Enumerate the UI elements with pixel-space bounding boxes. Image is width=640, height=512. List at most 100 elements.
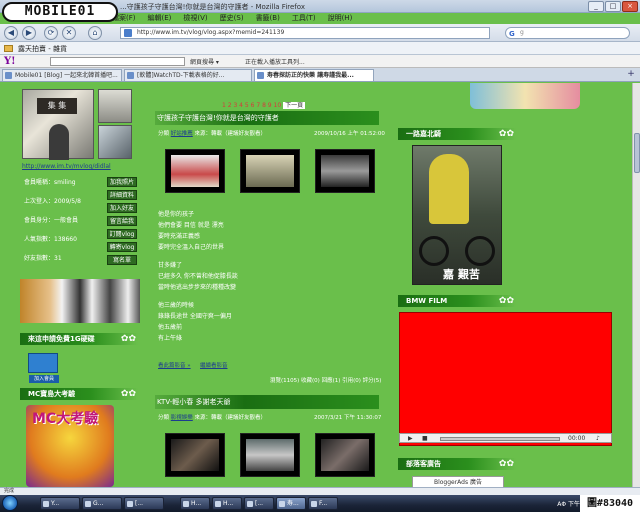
- menu-history[interactable]: 歷史(S): [220, 13, 244, 24]
- url-input[interactable]: http://www.im.tv/vlog/vlog.aspx?memid=24…: [120, 27, 490, 39]
- pagination[interactable]: 1 2 3 4 5 6 7 8 9 10 下一頁: [222, 100, 306, 109]
- view-video-link[interactable]: 看此篇影音 »: [158, 361, 191, 369]
- bookmark-item[interactable]: 露天拍賣 - 雜貨: [18, 44, 67, 54]
- profile-thumbnail-2[interactable]: [98, 125, 132, 159]
- play-icon[interactable]: ▶: [408, 435, 413, 442]
- next-page-link[interactable]: 下一頁: [283, 102, 306, 109]
- stat-friends: 好友指數：31: [24, 255, 62, 262]
- tab-watchtd[interactable]: [軟體]WatchTD-下載表格的好...: [124, 69, 252, 81]
- search-input[interactable]: G g: [505, 27, 630, 39]
- post-title-1[interactable]: 守護孩子守護台灣!你就是台灣的守護者: [155, 111, 379, 125]
- menu-help[interactable]: 說明(H): [328, 13, 353, 24]
- flower-icon: ✿✿: [498, 459, 514, 469]
- system-tray[interactable]: ΑΦ 下午: [557, 499, 580, 508]
- flower-icon: ✿✿: [120, 334, 136, 344]
- minimize-button[interactable]: _: [588, 1, 604, 12]
- new-tab-button[interactable]: +: [626, 70, 636, 80]
- yahoo-toolbar: Y! 網頁搜尋 ▾ 正在載入播放工具列...: [0, 55, 640, 68]
- video-thumbnail[interactable]: [165, 433, 225, 477]
- post-title-2[interactable]: KTV-輕小春 多謝老天爺: [155, 395, 379, 409]
- scrollbar-thumb[interactable]: [634, 133, 640, 173]
- section-title: MC寶島大考驗: [28, 390, 76, 398]
- app-icon: [279, 501, 285, 507]
- menu-bookmarks[interactable]: 書籤(B): [256, 13, 280, 24]
- subscribe-vlog-button[interactable]: 訂閱vlog: [107, 229, 137, 239]
- add-photo-button[interactable]: 加我照片: [107, 177, 137, 187]
- taskbar-item-active[interactable]: 寿...: [276, 497, 306, 510]
- close-button[interactable]: ×: [622, 1, 638, 12]
- app-icon: [127, 501, 133, 507]
- profile-photo[interactable]: 集 集: [22, 89, 94, 160]
- sign-image: 集 集: [37, 98, 77, 114]
- site-favicon-icon: [124, 29, 132, 37]
- menu-tools[interactable]: 工具(T): [292, 13, 316, 24]
- start-button[interactable]: [2, 495, 18, 511]
- taskbar-item[interactable]: F...: [308, 497, 338, 510]
- reload-button[interactable]: ⟳: [44, 26, 58, 40]
- volume-icon[interactable]: ♪: [596, 435, 600, 442]
- maximize-button[interactable]: □: [605, 1, 621, 12]
- tab-strip: Mobile01 [Blog] 一起來北韓首播吧... [軟體]WatchTD-…: [0, 68, 640, 82]
- section-title: 一路嘉北騎: [406, 130, 441, 138]
- yahoo-search-input[interactable]: [50, 57, 185, 66]
- app-icon: [183, 501, 189, 507]
- profile-thumbnail-1[interactable]: [98, 89, 132, 123]
- stop-icon[interactable]: ■: [422, 435, 428, 442]
- app-icon: [43, 501, 49, 507]
- window-controls: _ □ ×: [588, 1, 638, 12]
- menu-view[interactable]: 檢視(V): [183, 13, 207, 24]
- taskbar-item[interactable]: [...: [124, 497, 164, 510]
- video-seek-bar[interactable]: [440, 437, 560, 441]
- join-member-icon[interactable]: 加入會員: [28, 353, 59, 383]
- section-bmw-film: BMW FILM ✿✿: [398, 295, 516, 307]
- page-numbers[interactable]: 1 2 3 4 5 6 7 8 9 10: [222, 102, 281, 109]
- tab-mobile01[interactable]: Mobile01 [Blog] 一起來北韓首播吧...: [2, 69, 122, 81]
- detail-button[interactable]: 詳細資料: [107, 190, 137, 200]
- yahoo-logo[interactable]: Y!: [4, 56, 16, 67]
- taskbar-item[interactable]: H...: [212, 497, 242, 510]
- bike-trip-photo[interactable]: 嘉 艱苦: [412, 145, 502, 285]
- video-thumbnail[interactable]: [315, 433, 375, 477]
- folder-icon: [4, 45, 13, 52]
- forward-button[interactable]: ▶: [22, 26, 36, 40]
- bmw-film-video-player[interactable]: [399, 312, 612, 446]
- menu-edit[interactable]: 編輯(E): [148, 13, 172, 24]
- stat-nickname: 會員暱稱：smiling: [24, 179, 76, 186]
- band-photo[interactable]: [20, 279, 140, 323]
- post-date-2: 2007/3/21 下午 11:30:07: [314, 415, 382, 421]
- mobile01-logo: MOBILE01: [2, 2, 118, 22]
- tab-vlog-active[interactable]: 寿春探訪正的快樂 讓寿謹我最...: [254, 69, 374, 81]
- taskbar-item[interactable]: [...: [244, 497, 274, 510]
- leave-message-button[interactable]: 留言給我: [107, 216, 137, 226]
- taskbar-item[interactable]: Y...: [40, 497, 80, 510]
- name-list-button[interactable]: 寫名單: [107, 255, 137, 265]
- vertical-scrollbar[interactable]: [632, 83, 640, 487]
- add-friend-button[interactable]: 加入好友: [107, 203, 137, 213]
- forward-vlog-button[interactable]: 轉寄vlog: [107, 242, 137, 252]
- stop-button[interactable]: ✕: [62, 26, 76, 40]
- taskbar-item[interactable]: G...: [82, 497, 122, 510]
- video-thumbnail[interactable]: [240, 149, 300, 193]
- app-icon: [311, 501, 317, 507]
- yahoo-web-search-button[interactable]: 網頁搜尋 ▾: [190, 57, 219, 66]
- windows-taskbar: Y... G... [... H... H... [... 寿... F... …: [0, 495, 640, 512]
- section-bike-trip: 一路嘉北騎 ✿✿: [398, 128, 516, 140]
- video-thumbnail[interactable]: [240, 433, 300, 477]
- bike-wheel: [465, 236, 495, 266]
- taskbar-item[interactable]: H...: [180, 497, 210, 510]
- video-thumbnail[interactable]: [315, 149, 375, 193]
- back-button[interactable]: ◀: [4, 26, 18, 40]
- profile-url-link[interactable]: http://www.im.tv/mvlog/didlal: [22, 163, 111, 170]
- post-category-link[interactable]: 好站推薦: [171, 131, 193, 137]
- video-controls: ▶ ■ 00:00 ♪: [399, 433, 612, 443]
- yahoo-toolbar-status: 正在載入播放工具列...: [245, 59, 305, 66]
- post-category-link[interactable]: 影視娛樂: [171, 415, 193, 421]
- section-title: 來這申請免費1G硬碟: [28, 335, 95, 343]
- home-button[interactable]: ⌂: [88, 26, 102, 40]
- search-value: g: [520, 29, 524, 36]
- tab-label: Mobile01 [Blog] 一起來北韓首播吧...: [15, 72, 118, 79]
- continue-video-link[interactable]: 繼續看影音: [200, 361, 228, 369]
- person-silhouette: [49, 124, 69, 160]
- video-thumbnail[interactable]: [165, 149, 225, 193]
- mc-quiz-banner[interactable]: MC大考驗: [26, 405, 114, 487]
